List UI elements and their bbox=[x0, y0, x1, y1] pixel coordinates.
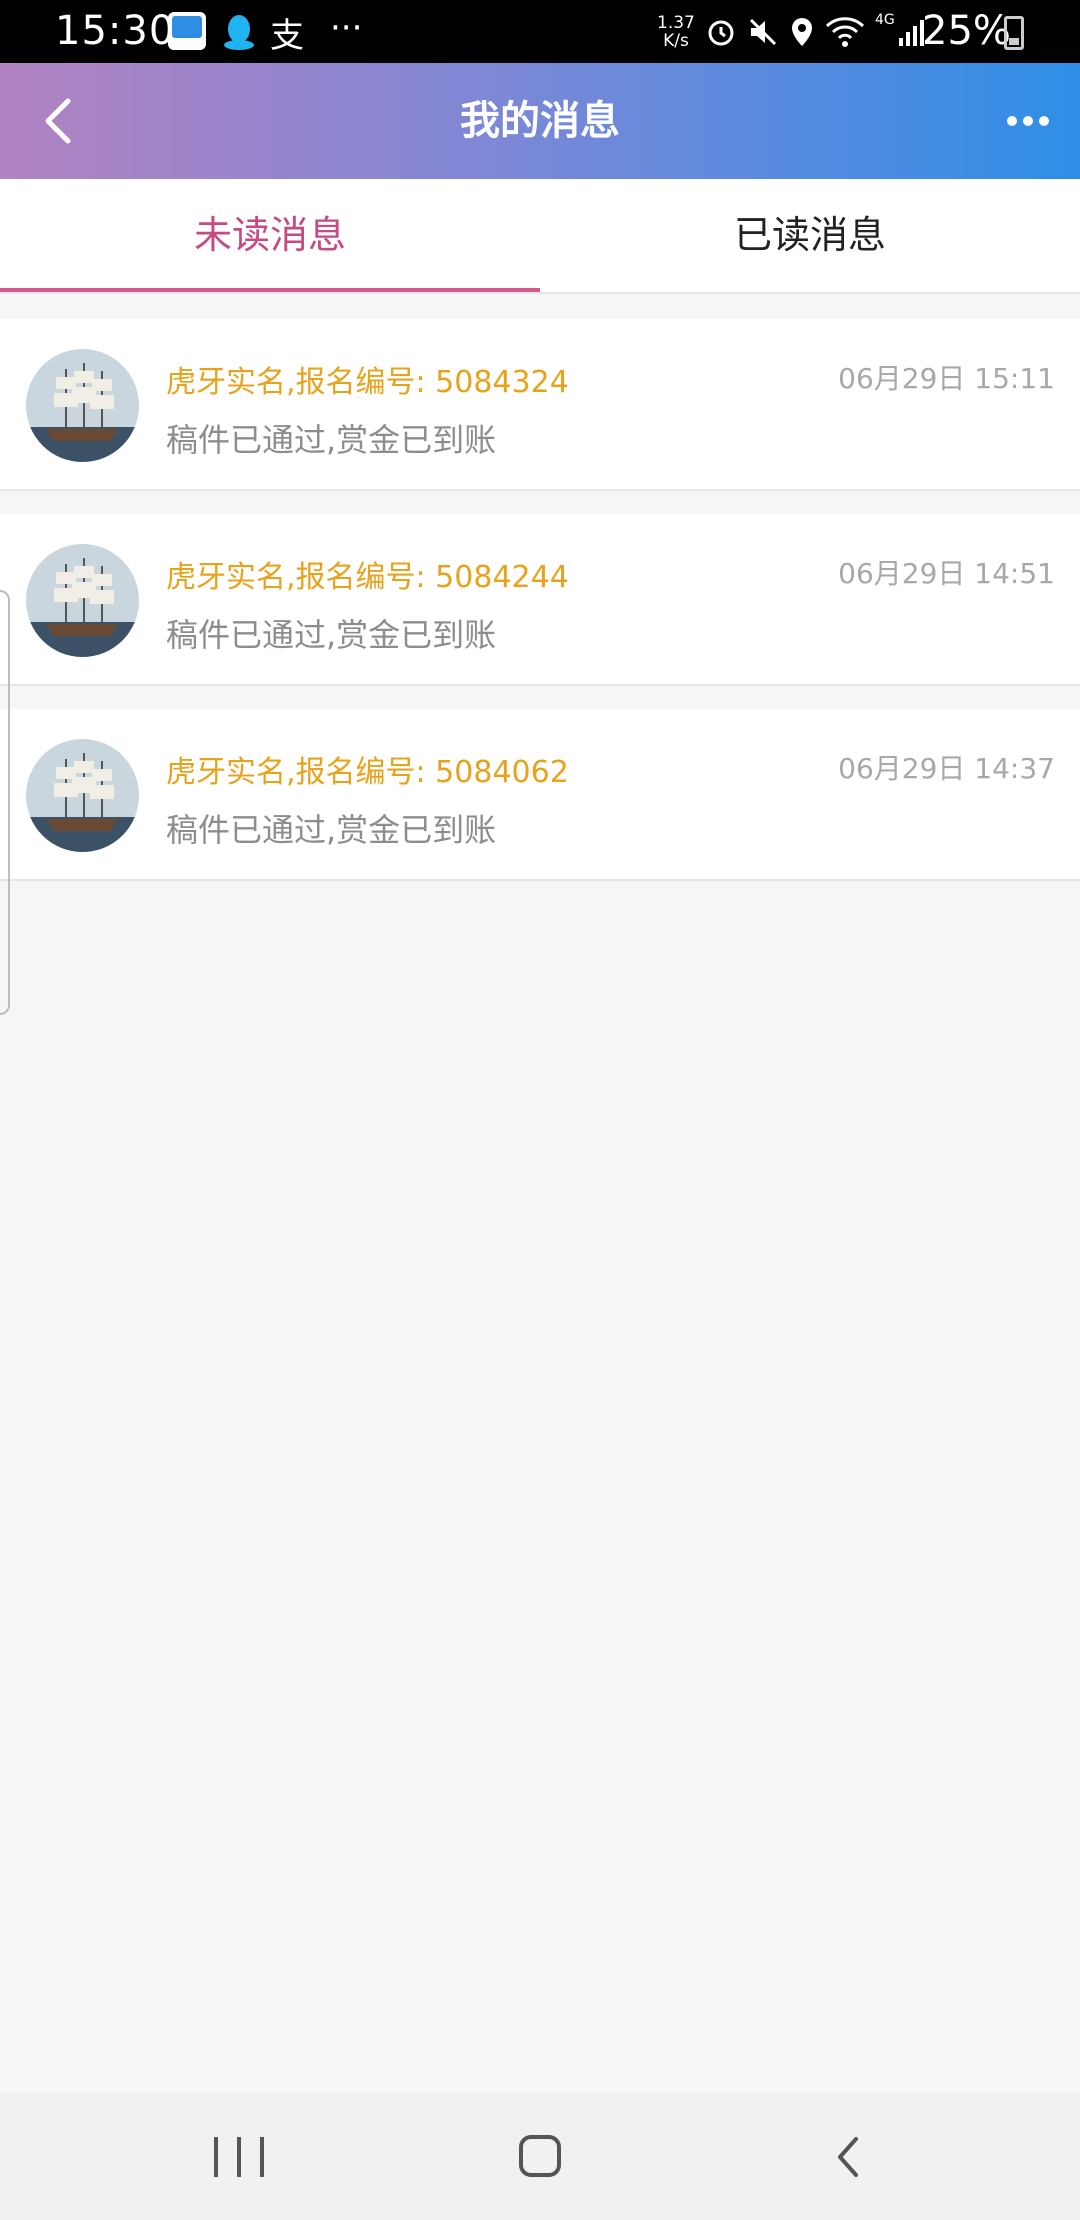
recent-apps-button[interactable] bbox=[214, 2137, 264, 2177]
location-icon bbox=[792, 18, 812, 46]
more-dot-icon bbox=[1007, 116, 1017, 126]
battery-percent: 25% bbox=[922, 8, 1011, 54]
mute-icon bbox=[749, 18, 777, 46]
sailing-ship-icon bbox=[26, 544, 139, 657]
speed-app-icon bbox=[168, 12, 206, 50]
recents-bar-icon bbox=[260, 2137, 264, 2177]
list-item[interactable]: 虎牙实名,报名编号: 5084324 06月29日 15:11 稿件已通过,赏金… bbox=[0, 319, 1080, 491]
more-options-button[interactable] bbox=[996, 93, 1060, 149]
battery-icon bbox=[1004, 16, 1024, 50]
sailing-ship-icon bbox=[26, 349, 139, 462]
network-speed-unit: K/s bbox=[663, 31, 689, 51]
message-time: 06月29日 15:11 bbox=[838, 362, 1055, 395]
message-tabs: 未读消息 已读消息 bbox=[0, 179, 1080, 294]
system-icons: 4G bbox=[705, 12, 927, 52]
system-nav-bar bbox=[0, 2093, 1080, 2220]
message-time: 06月29日 14:37 bbox=[838, 752, 1055, 785]
message-body: 稿件已通过,赏金已到账 bbox=[166, 811, 497, 849]
tab-active-indicator bbox=[0, 288, 540, 292]
more-notifications-icon: ··· bbox=[330, 8, 363, 48]
wifi-icon bbox=[825, 17, 865, 47]
list-item[interactable]: 虎牙实名,报名编号: 5084244 06月29日 14:51 稿件已通过,赏金… bbox=[0, 514, 1080, 686]
avatar bbox=[26, 544, 139, 657]
message-title: 虎牙实名,报名编号: 5084244 bbox=[166, 560, 569, 595]
recents-bar-icon bbox=[237, 2137, 241, 2177]
message-body: 稿件已通过,赏金已到账 bbox=[166, 421, 497, 459]
message-body: 稿件已通过,赏金已到账 bbox=[166, 616, 497, 654]
app-header: 我的消息 bbox=[0, 63, 1080, 179]
alarm-icon bbox=[708, 20, 734, 46]
tab-read[interactable]: 已读消息 bbox=[540, 179, 1080, 292]
home-button[interactable] bbox=[519, 2135, 561, 2177]
avatar bbox=[26, 739, 139, 852]
edge-panel-handle[interactable] bbox=[0, 590, 10, 1015]
more-dot-icon bbox=[1023, 116, 1033, 126]
recents-bar-icon bbox=[214, 2137, 218, 2177]
message-time: 06月29日 14:51 bbox=[838, 557, 1055, 590]
qq-icon bbox=[220, 12, 258, 50]
avatar bbox=[26, 349, 139, 462]
message-title: 虎牙实名,报名编号: 5084062 bbox=[166, 755, 569, 790]
more-dot-icon bbox=[1039, 116, 1049, 126]
tab-unread[interactable]: 未读消息 bbox=[0, 179, 540, 292]
list-item[interactable]: 虎牙实名,报名编号: 5084062 06月29日 14:37 稿件已通过,赏金… bbox=[0, 709, 1080, 881]
status-time: 15:30 bbox=[55, 8, 176, 54]
sailing-ship-icon bbox=[26, 739, 139, 852]
message-title: 虎牙实名,报名编号: 5084324 bbox=[166, 365, 569, 400]
chevron-left-icon bbox=[838, 2137, 858, 2177]
page-title: 我的消息 bbox=[460, 98, 620, 144]
network-type: 4G bbox=[875, 12, 895, 28]
network-speed: 1.37 K/s bbox=[657, 14, 695, 50]
system-back-button[interactable] bbox=[826, 2133, 874, 2181]
alipay-icon: 支 bbox=[270, 16, 304, 56]
network-speed-value: 1.37 bbox=[657, 13, 695, 33]
status-bar: 15:30 支 ··· 1.37 K/s 4G 25% bbox=[0, 0, 1080, 63]
